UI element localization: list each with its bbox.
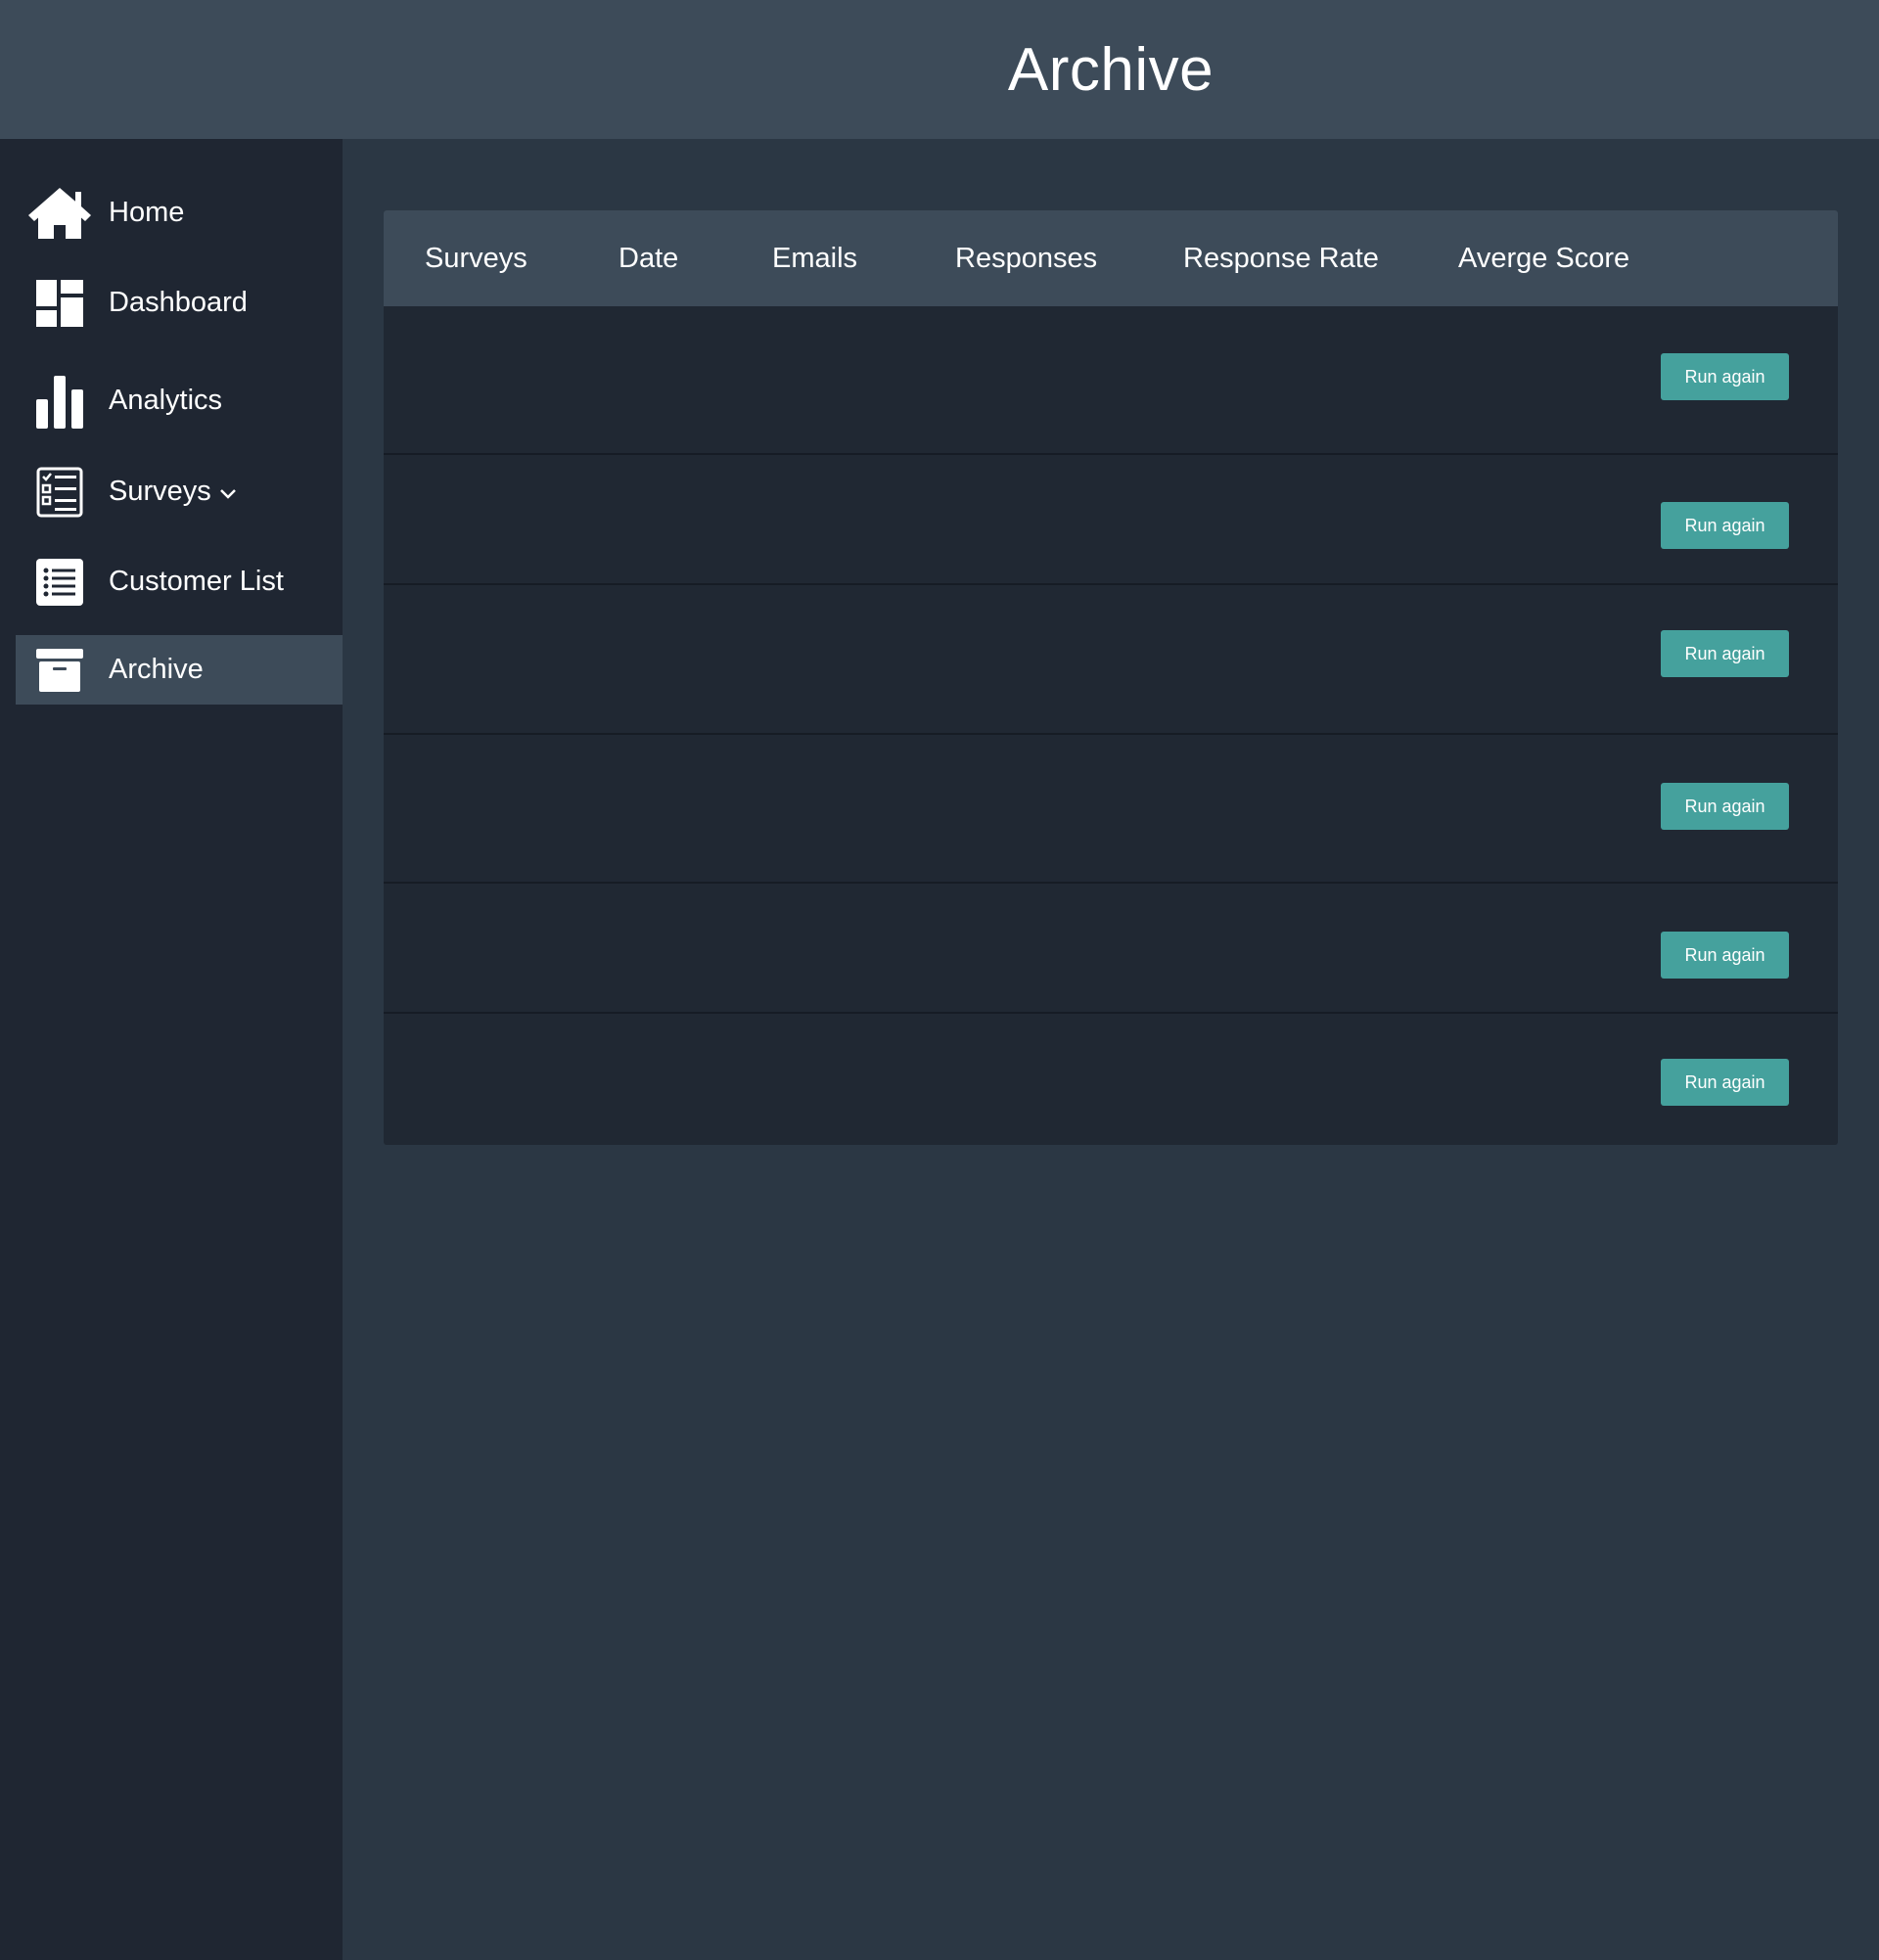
run-again-button[interactable]: Run again [1661, 353, 1789, 400]
sidebar-item-label: Surveys [109, 476, 211, 507]
run-again-button[interactable]: Run again [1661, 783, 1789, 830]
archive-table: Surveys Date Emails Responses Response R… [384, 210, 1838, 1145]
bar-chart-icon [25, 374, 94, 429]
table-row: Run again [384, 884, 1838, 1014]
sidebar: Home Dashboard Analytics Surveys Custome… [0, 139, 343, 1960]
table-row: Run again [384, 306, 1838, 455]
run-again-button[interactable]: Run again [1661, 630, 1789, 677]
column-header-emails[interactable]: Emails [772, 210, 857, 306]
table-row: Run again [384, 1014, 1838, 1145]
dashboard-icon [25, 276, 94, 331]
sidebar-item-home[interactable]: Home [16, 178, 343, 248]
home-icon [25, 186, 94, 241]
sidebar-item-surveys[interactable]: Surveys [16, 457, 343, 526]
chevron-down-icon [219, 488, 236, 499]
sidebar-item-label: Dashboard [109, 287, 248, 318]
sidebar-item-archive[interactable]: Archive [16, 635, 343, 705]
archive-icon [25, 643, 94, 698]
column-header-response-rate[interactable]: Response Rate [1183, 210, 1379, 306]
sidebar-item-dashboard[interactable]: Dashboard [16, 268, 343, 338]
table-row: Run again [384, 585, 1838, 735]
table-row: Run again [384, 735, 1838, 884]
checklist-icon [25, 465, 94, 520]
run-again-button[interactable]: Run again [1661, 932, 1789, 979]
sidebar-item-label: Archive [109, 654, 204, 685]
sidebar-item-label: Customer List [109, 566, 284, 597]
run-again-button[interactable]: Run again [1661, 502, 1789, 549]
sidebar-item-label: Analytics [109, 385, 223, 416]
column-header-responses[interactable]: Responses [955, 210, 1097, 306]
top-header: Archive [0, 0, 1879, 139]
sidebar-item-analytics[interactable]: Analytics [16, 366, 343, 435]
column-header-surveys[interactable]: Surveys [425, 210, 527, 306]
sidebar-item-label-wrap: Surveys [109, 476, 237, 508]
column-header-date[interactable]: Date [619, 210, 678, 306]
list-icon [25, 555, 94, 610]
column-header-average-score[interactable]: Averge Score [1458, 210, 1629, 306]
sidebar-item-label: Home [109, 197, 185, 228]
table-header: Surveys Date Emails Responses Response R… [384, 210, 1838, 306]
page-title: Archive [1007, 35, 1214, 104]
table-row: Run again [384, 455, 1838, 585]
run-again-button[interactable]: Run again [1661, 1059, 1789, 1106]
sidebar-item-customer-list[interactable]: Customer List [16, 547, 343, 616]
